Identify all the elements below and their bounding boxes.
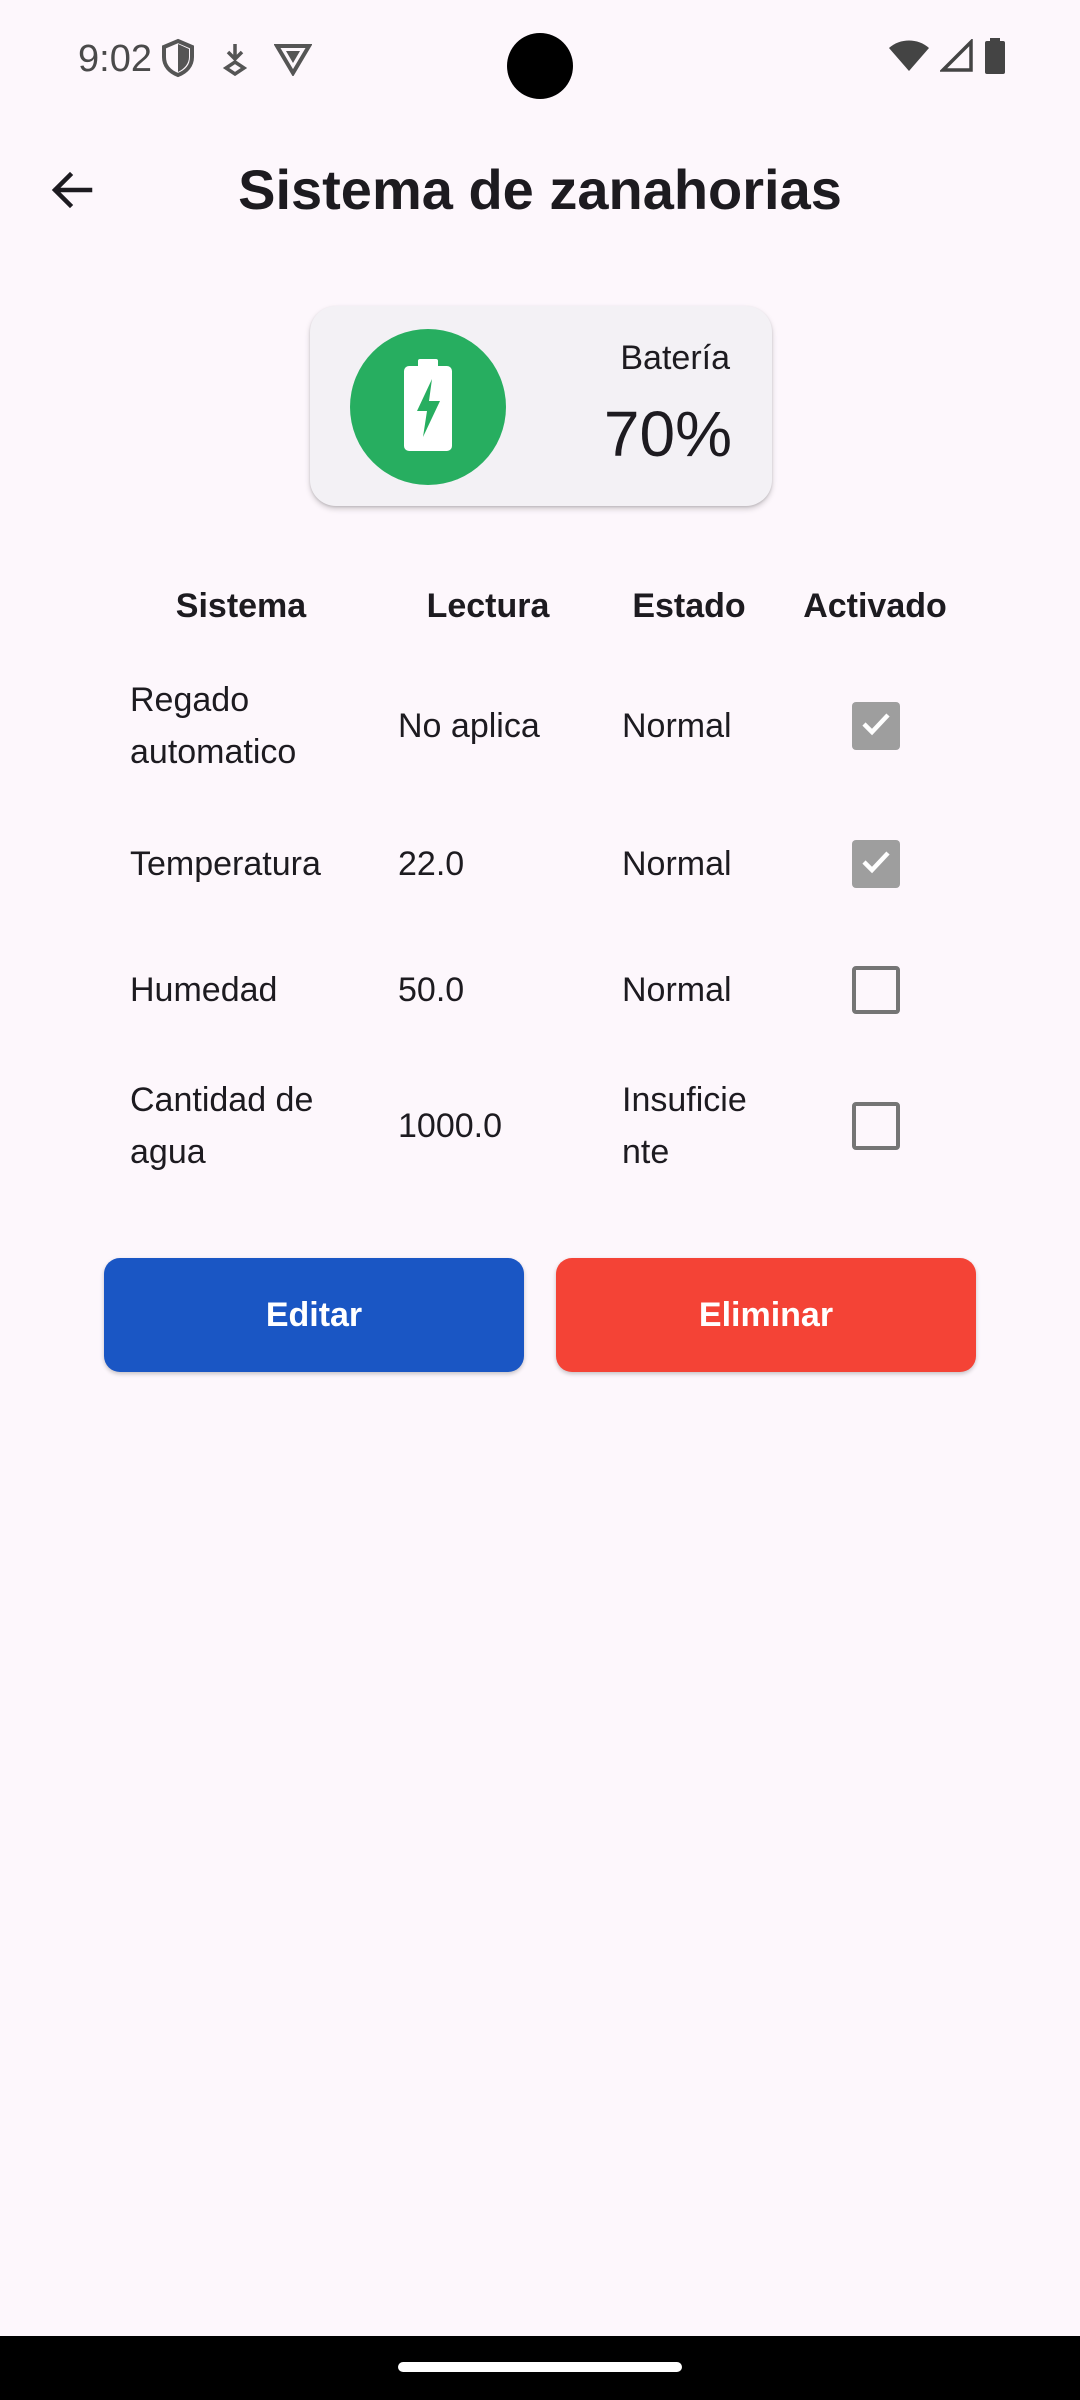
- check-icon: [858, 844, 894, 885]
- check-icon: [858, 706, 894, 747]
- status-bar: 9:02: [0, 0, 1080, 120]
- cell-lectura: 50.0: [398, 971, 465, 1009]
- shield-icon: [160, 38, 196, 83]
- vpn-icon: [273, 40, 313, 81]
- battery-charging-icon: [402, 358, 454, 456]
- cell-estado: Normal: [622, 971, 732, 1009]
- battery-indicator: [350, 329, 506, 485]
- battery-card: Batería 70%: [310, 306, 772, 506]
- cellular-signal-icon: [938, 37, 974, 78]
- download-notification-icon: [222, 40, 248, 81]
- delete-button[interactable]: Eliminar: [556, 1258, 976, 1372]
- activado-checkbox[interactable]: [852, 702, 900, 750]
- header-estado: Estado: [632, 587, 746, 625]
- camera-cutout: [507, 33, 573, 99]
- cell-sistema: Humedad: [130, 971, 278, 1009]
- header-activado: Activado: [803, 587, 947, 625]
- cell-sistema: Temperatura: [130, 845, 321, 883]
- header-lectura: Lectura: [426, 587, 550, 625]
- home-gesture-handle[interactable]: [398, 2362, 682, 2372]
- edit-button[interactable]: Editar: [104, 1258, 524, 1372]
- cell-estado: Insuficiente: [622, 1081, 747, 1171]
- cell-sistema: Regado automatico: [130, 681, 297, 771]
- cell-sistema: Cantidad de agua: [130, 1081, 314, 1171]
- battery-value: 70%: [603, 398, 732, 470]
- cell-estado: Normal: [622, 845, 732, 883]
- status-icons-left: [160, 38, 313, 83]
- battery-status-icon: [984, 38, 1006, 79]
- status-icons-right: [888, 37, 1006, 79]
- activado-checkbox[interactable]: [852, 966, 900, 1014]
- cell-lectura: 22.0: [398, 845, 465, 883]
- cell-lectura: No aplica: [398, 707, 540, 745]
- system-navigation-bar: [0, 2336, 1080, 2400]
- battery-label: Batería: [620, 339, 730, 377]
- app-bar: Sistema de zanahorias: [0, 120, 1080, 260]
- activado-checkbox[interactable]: [852, 1102, 900, 1150]
- wifi-icon: [888, 39, 930, 78]
- status-time: 9:02: [78, 38, 152, 80]
- cell-estado: Normal: [622, 707, 732, 745]
- activado-checkbox[interactable]: [852, 840, 900, 888]
- cell-lectura: 1000.0: [398, 1107, 502, 1145]
- header-sistema: Sistema: [175, 587, 307, 625]
- page-title: Sistema de zanahorias: [238, 158, 842, 221]
